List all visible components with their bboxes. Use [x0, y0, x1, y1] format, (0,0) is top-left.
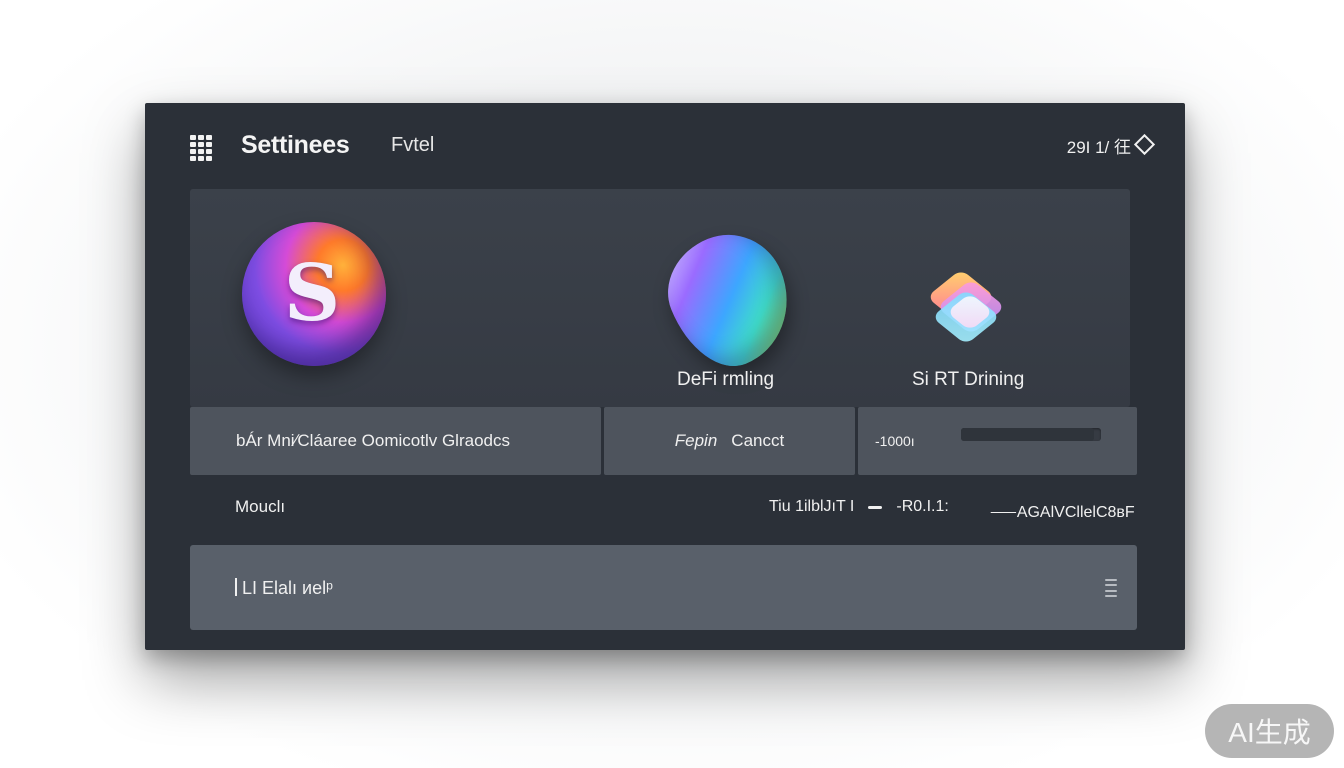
text-input[interactable]: LI Еlalı иelᵖ — [190, 545, 1137, 630]
title-bar: Settinees Fvtel 29I 1/ 彺 — [145, 103, 1185, 188]
dash-icon — [868, 505, 883, 509]
app-label: DeFi rmling — [677, 369, 775, 390]
status-area: 29I 1/ 彺 — [1066, 133, 1156, 158]
text-caret — [235, 578, 237, 596]
option-cell-primary[interactable]: bÁr Mni∕Cláaree Oomicotlv Glraodcs — [190, 407, 601, 475]
profile-avatar[interactable]: S — [242, 222, 386, 366]
page-title: Settinees — [241, 131, 350, 159]
menu-icon[interactable] — [1105, 579, 1117, 597]
option-cell-actions: Fepin Cancct — [604, 407, 855, 475]
avatar-glyph: S — [283, 248, 341, 339]
app-label: Si RT Drining — [912, 369, 1025, 390]
meta-text-b: -R0.I.1: — [896, 498, 949, 515]
repin-button[interactable]: Fepin — [675, 431, 718, 451]
meta-text-a: Tiu 1ilblJıT I — [769, 498, 855, 515]
range-slider[interactable] — [961, 428, 1101, 441]
option-label: bÁr Mni∕Cláaree Oomicotlv Glraodcs — [236, 431, 510, 450]
option-cell-range: -1000ı — [858, 407, 1137, 475]
input-value: LI Еlalı иelᵖ — [242, 578, 333, 598]
settings-window: Settinees Fvtel 29I 1/ 彺 S DeFi rmling S… — [145, 103, 1185, 650]
range-value: -1000ı — [875, 433, 915, 449]
range-fill — [961, 428, 1094, 441]
info-label: Mouclı — [235, 497, 286, 516]
status-text: 29I 1/ 彺 — [1066, 138, 1131, 157]
info-meta: Tiu 1ilblJıT I -R0.I.1: — [769, 498, 949, 516]
diamond-icon[interactable] — [1133, 133, 1156, 156]
info-row: Mouclı Tiu 1ilblJıT I -R0.I.1: ⸺AGAlVCll… — [190, 481, 1137, 533]
grid-icon[interactable] — [190, 135, 212, 161]
page-subtitle[interactable]: Fvtel — [391, 134, 434, 157]
ai-generated-badge: AI生成 — [1205, 704, 1334, 758]
info-link[interactable]: ⸺AGAlVCllelC8вF — [990, 498, 1135, 522]
gradient-cube-icon — [926, 269, 1006, 345]
hero-panel: S DeFi rmling Si RT Drining — [190, 189, 1130, 407]
cancel-button[interactable]: Cancct — [731, 431, 784, 451]
gradient-blob-icon — [651, 218, 809, 382]
